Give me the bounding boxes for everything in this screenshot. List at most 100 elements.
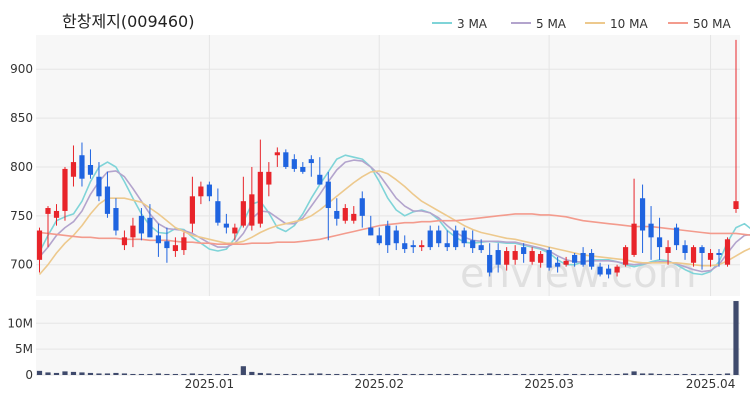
legend-label: 10 MA xyxy=(610,17,648,31)
volume-bar xyxy=(317,373,323,375)
candle-body xyxy=(45,208,51,214)
volume-bar xyxy=(147,373,153,375)
volume-axis: 0 5M 10M xyxy=(7,316,33,382)
candle-body xyxy=(622,247,629,265)
volume-bar xyxy=(257,372,263,375)
volume-bar xyxy=(368,373,374,375)
volume-bar xyxy=(334,373,340,375)
legend-label: 3 MA xyxy=(457,17,488,31)
volume-bar xyxy=(70,371,77,375)
volume-bar xyxy=(206,373,212,375)
volume-bar xyxy=(707,373,714,375)
candle-body xyxy=(699,247,705,253)
price-tick-label: 700 xyxy=(10,258,33,272)
candle-body xyxy=(444,243,450,248)
volume-bar xyxy=(529,373,535,375)
volume-bar xyxy=(682,373,688,375)
price-tick-label: 900 xyxy=(10,62,33,76)
candle-body xyxy=(495,250,501,265)
price-axis: 700 750 800 850 900 xyxy=(10,62,33,272)
x-tick-label: 2025.04 xyxy=(686,377,736,391)
legend: 3 MA 5 MA 10 MA 50 MA xyxy=(432,17,731,31)
candle-body xyxy=(427,230,433,248)
volume-bar xyxy=(605,373,612,375)
candle-body xyxy=(512,251,518,260)
candle-body xyxy=(419,245,425,248)
volume-bar xyxy=(359,373,365,375)
candle-body xyxy=(733,201,739,209)
volume-bar xyxy=(223,373,229,375)
volume-bar xyxy=(538,373,544,375)
candle-body xyxy=(113,208,119,231)
candle-body xyxy=(546,250,552,268)
volume-bar xyxy=(419,373,425,375)
candle-body xyxy=(555,262,561,267)
volume-bar xyxy=(622,373,629,375)
candle-body xyxy=(300,166,306,172)
volume-bar xyxy=(79,372,85,375)
legend-label: 5 MA xyxy=(536,17,567,31)
candle-body xyxy=(53,210,60,218)
legend-label: 50 MA xyxy=(693,17,731,31)
candle-body xyxy=(504,251,510,265)
candle-body xyxy=(79,155,85,179)
candle-body xyxy=(605,268,612,275)
volume-bar xyxy=(690,373,697,375)
candle-body xyxy=(291,159,297,169)
volume-bar xyxy=(665,373,671,375)
candle-body xyxy=(402,243,408,250)
volume-bar xyxy=(572,373,578,375)
volume-bar xyxy=(504,373,510,375)
candle-body xyxy=(172,245,179,252)
volume-bar xyxy=(181,373,187,375)
candle-body xyxy=(266,171,272,185)
candle-body xyxy=(385,225,391,246)
volume-bar xyxy=(656,373,663,375)
candle-body xyxy=(138,215,145,234)
candle-body xyxy=(639,198,646,231)
volume-bar xyxy=(266,373,272,375)
volume-bar xyxy=(274,373,280,375)
candle-body xyxy=(461,230,467,244)
price-tick-label: 750 xyxy=(10,209,33,223)
candle-body xyxy=(478,245,484,251)
volume-bar xyxy=(444,373,450,375)
volume-bar xyxy=(215,373,221,375)
candle-body xyxy=(410,245,416,248)
volume-bar xyxy=(699,373,705,375)
volume-bar xyxy=(461,373,467,375)
candle-body xyxy=(334,210,340,219)
volume-bar xyxy=(351,373,357,375)
volume-bar xyxy=(342,373,348,375)
candle-body xyxy=(682,245,688,253)
candle-body xyxy=(648,223,654,238)
candle-body xyxy=(36,230,43,260)
candle-body xyxy=(317,174,323,185)
candle-body xyxy=(181,237,187,251)
candle-body xyxy=(580,252,586,265)
candle-body xyxy=(393,230,399,244)
candle-body xyxy=(538,253,544,263)
candle-body xyxy=(665,247,671,253)
candle-body xyxy=(121,237,128,246)
candle-body xyxy=(62,168,68,211)
candle-body xyxy=(164,241,170,249)
candle-body xyxy=(325,181,331,209)
candle-body xyxy=(597,266,603,275)
candle-body xyxy=(257,171,263,224)
candle-body xyxy=(376,235,382,244)
volume-bar xyxy=(291,373,297,375)
candle-body xyxy=(87,165,94,175)
volume-bar xyxy=(614,373,620,375)
candle-body xyxy=(198,186,204,197)
stock-chart: 한창제지(009460) 3 MA 5 MA 10 MA 50 MA enview.c… xyxy=(7,12,750,391)
candle-body xyxy=(436,230,442,244)
volume-bar xyxy=(546,373,552,375)
volume-bar xyxy=(639,373,646,375)
candle-body xyxy=(656,237,663,248)
candle-body xyxy=(572,254,578,263)
volume-bar xyxy=(189,373,195,375)
volume-bar xyxy=(521,373,527,375)
watermark: enview.com xyxy=(460,251,697,297)
candle-body xyxy=(308,159,314,164)
